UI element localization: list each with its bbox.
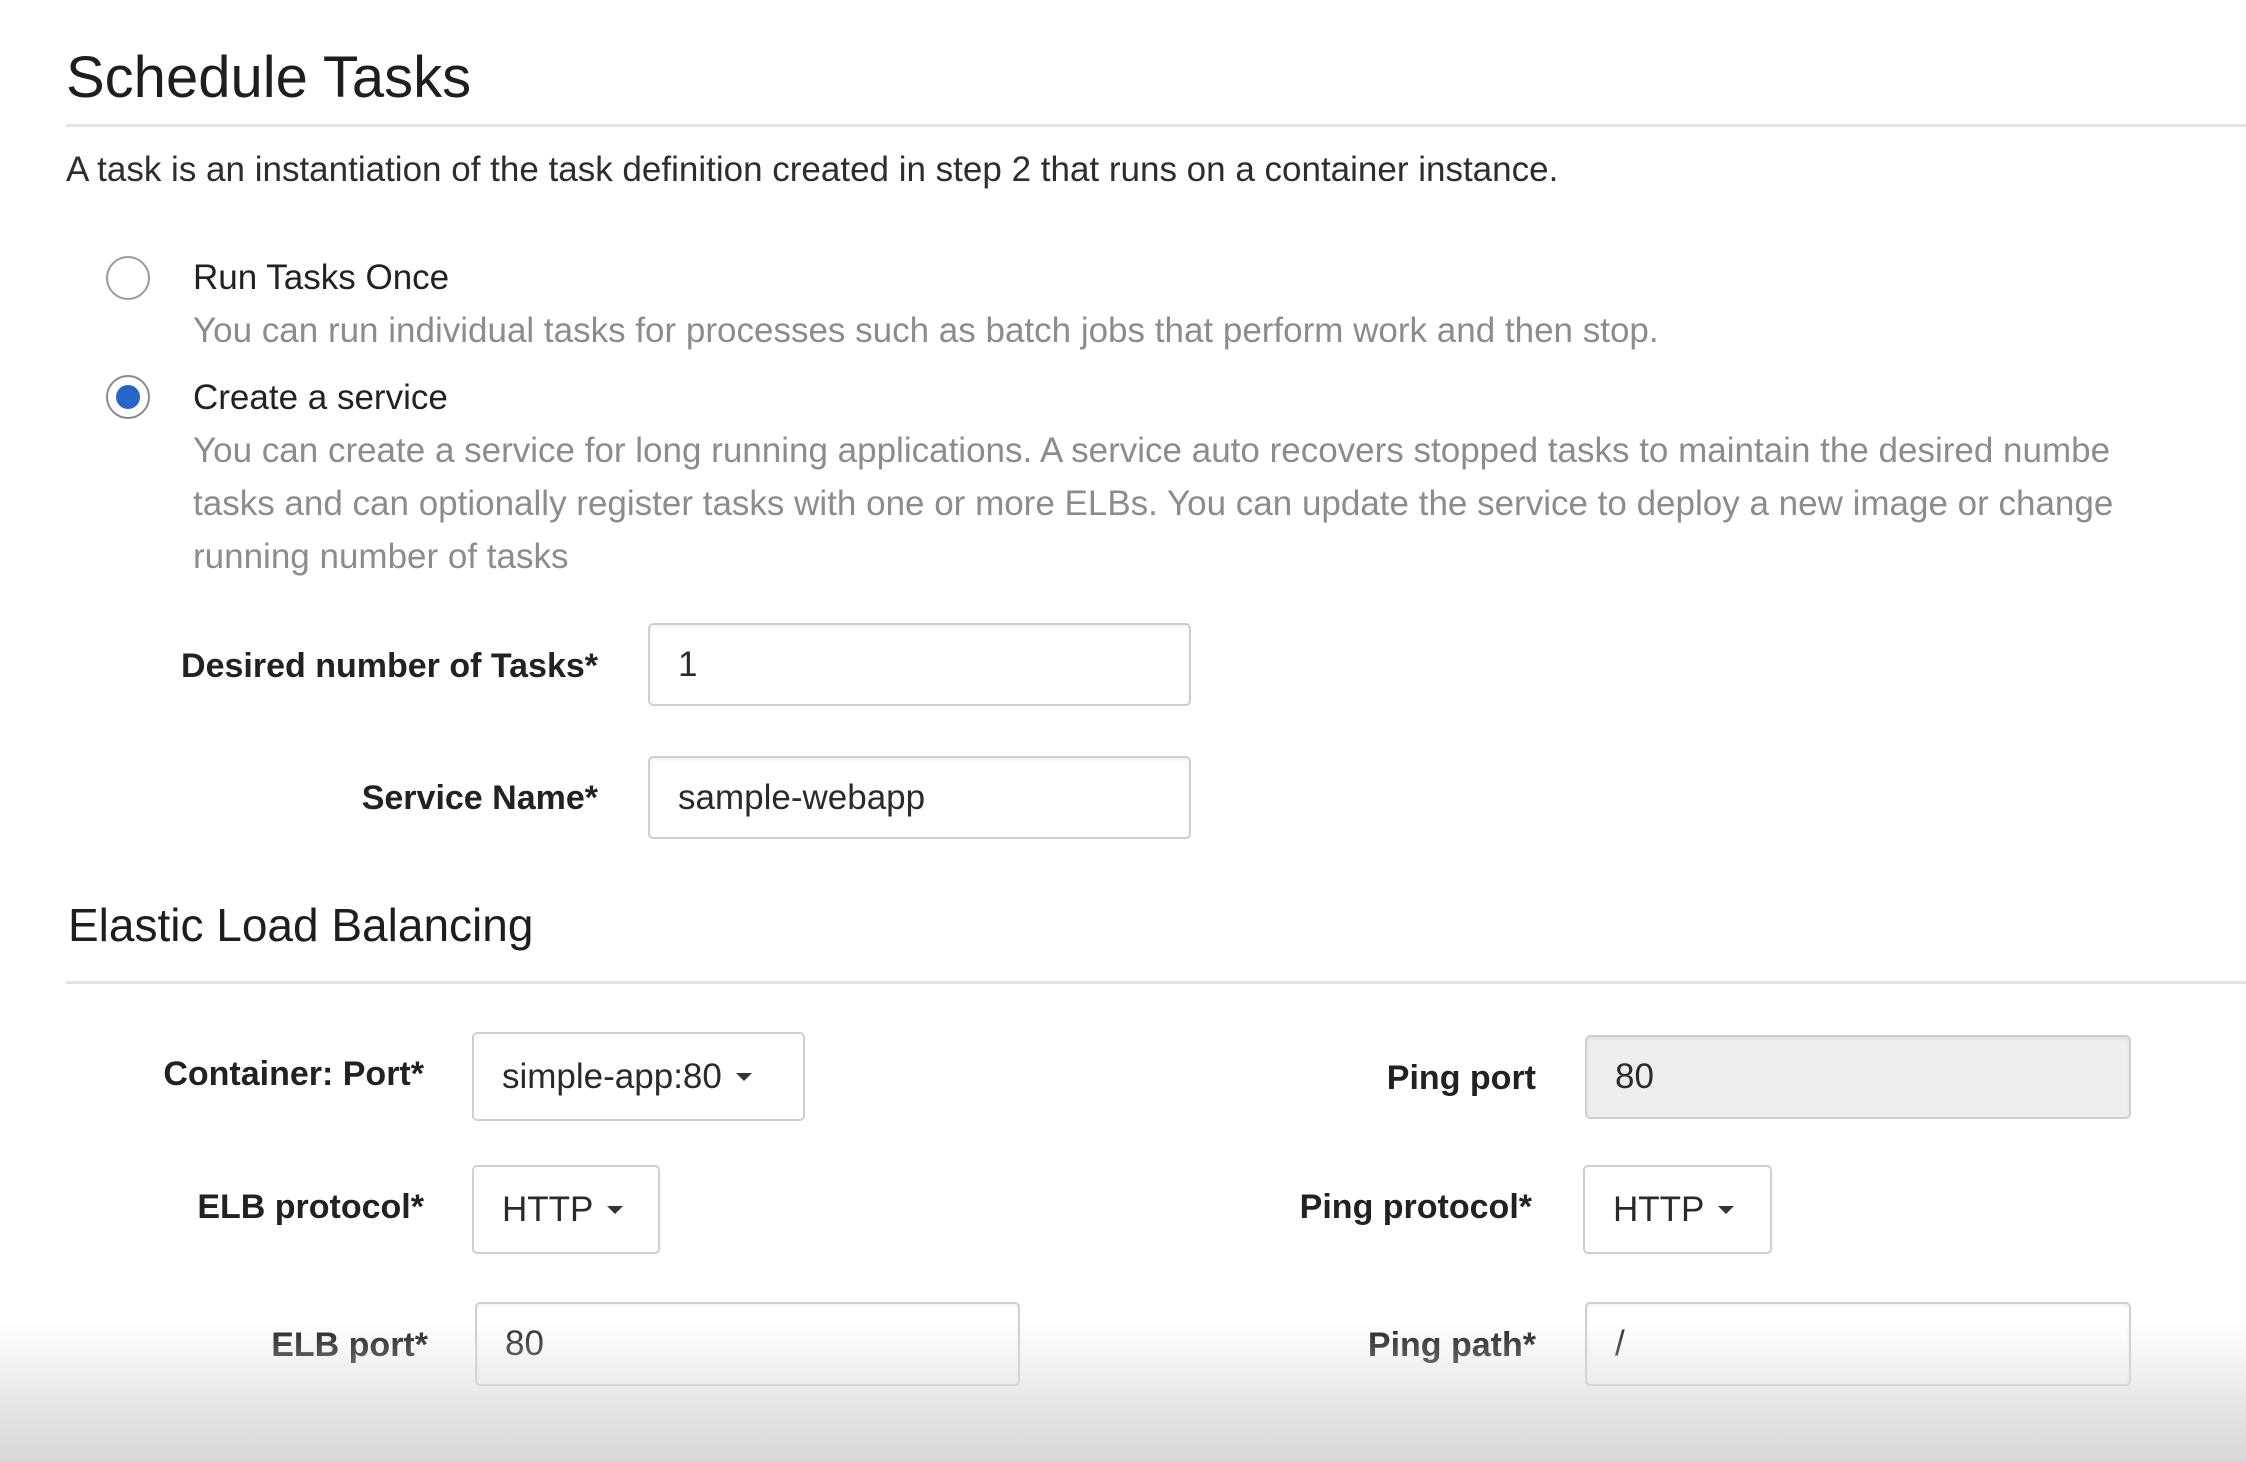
title-divider	[66, 124, 2246, 127]
elb-port-input[interactable]: 80	[475, 1302, 1020, 1386]
elb-port-label: ELB port*	[271, 1326, 428, 1364]
page-title: Schedule Tasks	[66, 45, 472, 110]
service-name-input[interactable]: sample-webapp	[648, 756, 1191, 839]
section-description: A task is an instantiation of the task d…	[66, 150, 1559, 189]
ping-protocol-label: Ping protocol*	[1299, 1188, 1532, 1226]
ping-path-input[interactable]: /	[1585, 1302, 2131, 1386]
container-port-dropdown[interactable]: simple-app:80	[472, 1032, 805, 1121]
create-service-description-line-3: running number of tasks	[193, 537, 569, 576]
chevron-down-icon	[1718, 1205, 1735, 1214]
ping-port-label: Ping port	[1386, 1059, 1536, 1097]
desired-tasks-input[interactable]: 1	[648, 623, 1191, 706]
create-service-radio[interactable]	[106, 375, 150, 419]
create-service-label[interactable]: Create a service	[193, 378, 448, 418]
create-service-description-line-1: You can create a service for long runnin…	[193, 431, 2111, 470]
chevron-down-icon	[735, 1072, 752, 1081]
run-tasks-once-radio[interactable]	[106, 256, 150, 300]
ping-protocol-value: HTTP	[1613, 1189, 1705, 1229]
radio-selected-dot	[116, 385, 140, 409]
ping-protocol-dropdown[interactable]: HTTP	[1583, 1165, 1772, 1254]
elb-protocol-dropdown[interactable]: HTTP	[472, 1165, 660, 1254]
create-service-description-line-2: tasks and can optionally register tasks …	[193, 484, 2114, 523]
run-tasks-once-label[interactable]: Run Tasks Once	[193, 258, 449, 298]
service-name-label: Service Name*	[361, 779, 598, 817]
elb-divider	[66, 981, 2246, 984]
container-port-label: Container: Port*	[163, 1055, 424, 1093]
elb-protocol-label: ELB protocol*	[197, 1188, 424, 1226]
desired-tasks-label: Desired number of Tasks*	[181, 647, 598, 685]
elb-section-title: Elastic Load Balancing	[68, 899, 534, 951]
ping-path-label: Ping path*	[1367, 1326, 1536, 1364]
run-tasks-once-description: You can run individual tasks for process…	[193, 311, 1659, 350]
elb-protocol-value: HTTP	[502, 1189, 594, 1229]
chevron-down-icon	[607, 1205, 624, 1214]
container-port-value: simple-app:80	[502, 1056, 722, 1096]
ping-port-input[interactable]: 80	[1585, 1035, 2131, 1119]
